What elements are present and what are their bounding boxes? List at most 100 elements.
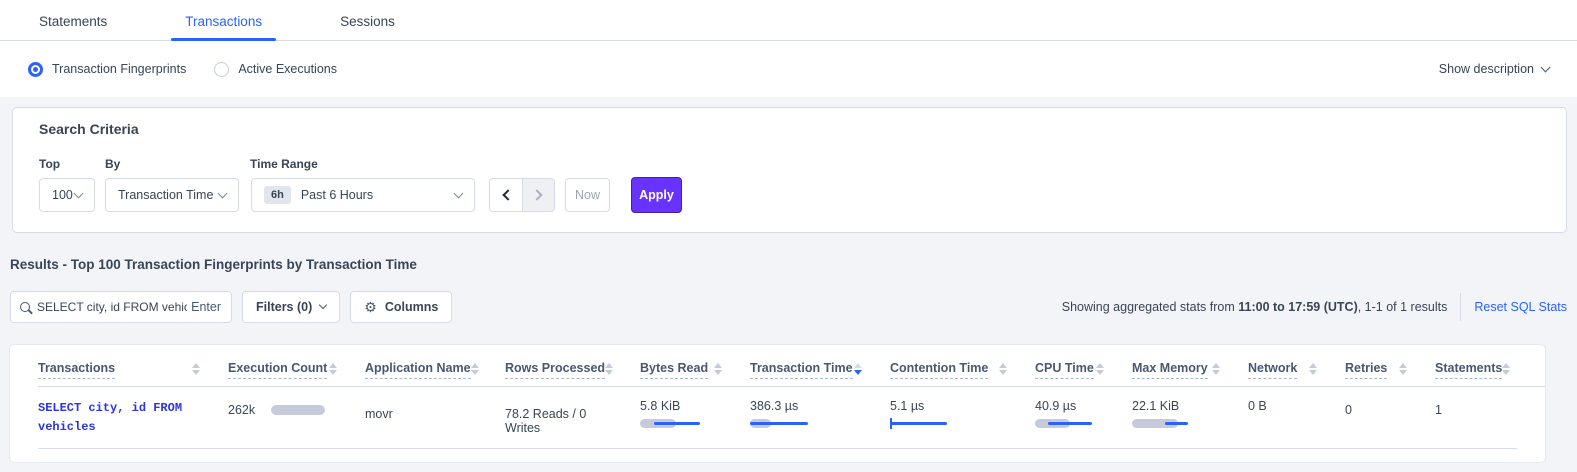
sort-icon[interactable] <box>1399 363 1407 375</box>
radio-selected-icon <box>28 62 43 77</box>
apply-button[interactable]: Apply <box>631 177 682 213</box>
tab-sessions[interactable]: Sessions <box>326 14 409 40</box>
radio-label: Active Executions <box>238 62 337 76</box>
sort-icon[interactable] <box>714 363 722 375</box>
columns-button[interactable]: ⚙ Columns <box>350 291 452 323</box>
transaction-time-bar <box>750 419 862 429</box>
col-header-application-name[interactable]: Application Name <box>365 361 505 379</box>
top-select[interactable]: 100 <box>39 178 95 212</box>
chevron-right-icon <box>531 189 542 200</box>
show-description-label: Show description <box>1439 62 1534 76</box>
chevron-down-icon <box>1541 62 1551 72</box>
by-select-value: Transaction Time <box>118 188 213 202</box>
cell-cpu-time: 40.9 µs <box>1035 399 1132 436</box>
search-icon <box>20 302 30 312</box>
chevron-down-icon <box>319 301 327 309</box>
chevron-down-icon <box>454 188 464 198</box>
sort-icon-descending[interactable] <box>854 363 862 375</box>
enter-button[interactable]: Enter <box>191 300 221 314</box>
sort-icon[interactable] <box>999 363 1007 375</box>
radio-active-executions[interactable]: Active Executions <box>214 62 337 77</box>
by-label: By <box>105 157 250 171</box>
view-toggle-bar: Transaction Fingerprints Active Executio… <box>0 41 1577 97</box>
cell-application-name: movr <box>365 399 505 436</box>
top-label: Top <box>39 157 105 171</box>
col-header-execution-count[interactable]: Execution Count <box>228 361 365 379</box>
cell-execution-count: 262k <box>228 399 365 436</box>
filters-label: Filters (0) <box>256 300 312 314</box>
time-range-badge: 6h <box>264 186 291 204</box>
radio-transaction-fingerprints[interactable]: Transaction Fingerprints <box>28 62 186 77</box>
cell-transaction-fingerprint[interactable]: SELECT city, id FROMvehicles <box>38 399 228 436</box>
show-description-toggle[interactable]: Show description <box>1439 62 1549 76</box>
page-tabs: Statements Transactions Sessions <box>0 0 1577 41</box>
chevron-down-icon <box>218 188 228 198</box>
col-header-contention-time[interactable]: Contention Time <box>890 361 1035 379</box>
col-header-bytes-read[interactable]: Bytes Read <box>640 361 750 379</box>
now-button[interactable]: Now <box>565 178 610 212</box>
chevron-down-icon <box>74 188 84 198</box>
sort-icon[interactable] <box>1502 363 1510 375</box>
sql-statement-link[interactable]: SELECT city, id FROMvehicles <box>38 399 200 436</box>
max-memory-bar <box>1132 419 1220 429</box>
sort-icon[interactable] <box>192 363 200 375</box>
col-header-max-memory[interactable]: Max Memory <box>1132 361 1248 379</box>
table-row: SELECT city, id FROMvehicles 262k movr 7… <box>38 387 1545 436</box>
search-criteria-title: Search Criteria <box>39 121 1566 137</box>
transactions-table: Transactions Execution Count Application… <box>10 345 1545 462</box>
by-select[interactable]: Transaction Time <box>105 178 239 212</box>
bytes-read-bar <box>640 419 722 429</box>
radio-label: Transaction Fingerprints <box>52 62 186 76</box>
results-heading: Results - Top 100 Transaction Fingerprin… <box>10 257 1577 272</box>
time-prev-button[interactable] <box>490 179 522 211</box>
divider <box>38 448 1517 449</box>
time-range-label: Time Range <box>250 157 318 171</box>
divider <box>1460 293 1461 321</box>
sql-search-box: Enter <box>10 291 232 323</box>
col-header-rows-processed[interactable]: Rows Processed <box>505 361 640 379</box>
cell-contention-time: 5.1 µs <box>890 399 1035 436</box>
search-criteria-controls: 100 Transaction Time 6h Past 6 Hours Now… <box>39 177 1566 213</box>
radio-unselected-icon <box>214 62 229 77</box>
results-controls: Enter Filters (0) ⚙ Columns Showing aggr… <box>10 291 1567 323</box>
sort-icon[interactable] <box>1309 363 1317 375</box>
col-header-transactions[interactable]: Transactions <box>38 361 228 379</box>
col-header-cpu-time[interactable]: CPU Time <box>1035 361 1132 379</box>
filters-button[interactable]: Filters (0) <box>242 291 340 323</box>
columns-label: Columns <box>385 300 438 314</box>
search-criteria-card: Search Criteria Top By Time Range 100 Tr… <box>12 107 1567 233</box>
tab-transactions[interactable]: Transactions <box>171 14 276 40</box>
cell-rows-processed: 78.2 Reads / 0 Writes <box>505 399 640 436</box>
sort-icon[interactable] <box>1212 363 1220 375</box>
chevron-left-icon <box>502 189 513 200</box>
tab-statements[interactable]: Statements <box>25 14 121 40</box>
cpu-time-bar <box>1035 419 1104 429</box>
sort-icon[interactable] <box>471 363 479 375</box>
sort-icon[interactable] <box>605 363 613 375</box>
sort-icon[interactable] <box>329 363 337 375</box>
page-body: Search Criteria Top By Time Range 100 Tr… <box>0 97 1577 472</box>
reset-sql-stats-link[interactable]: Reset SQL Stats <box>1474 300 1567 314</box>
sort-icon[interactable] <box>1096 363 1104 375</box>
cell-max-memory: 22.1 KiB <box>1132 399 1248 436</box>
cell-statements: 1 <box>1435 399 1525 436</box>
top-select-value: 100 <box>52 188 73 202</box>
search-input[interactable] <box>37 300 187 314</box>
cell-bytes-read: 5.8 KiB <box>640 399 750 436</box>
col-header-transaction-time[interactable]: Transaction Time <box>750 361 890 379</box>
aggregated-stats: Showing aggregated stats from 11:00 to 1… <box>1062 293 1567 321</box>
cell-retries: 0 <box>1345 399 1435 436</box>
col-header-retries[interactable]: Retries <box>1345 361 1435 379</box>
time-step-group <box>489 178 555 212</box>
cell-transaction-time: 386.3 µs <box>750 399 890 436</box>
time-range-value: Past 6 Hours <box>301 188 373 202</box>
stats-text: Showing aggregated stats from 11:00 to 1… <box>1062 300 1448 314</box>
time-range-select[interactable]: 6h Past 6 Hours <box>251 178 475 212</box>
col-header-statements[interactable]: Statements <box>1435 361 1525 379</box>
contention-time-bar <box>890 419 1007 429</box>
table-header-row: Transactions Execution Count Application… <box>38 352 1545 379</box>
time-next-button[interactable] <box>522 179 554 211</box>
execution-count-bar <box>271 405 325 415</box>
col-header-network[interactable]: Network <box>1248 361 1345 379</box>
gear-icon: ⚙ <box>364 299 377 316</box>
